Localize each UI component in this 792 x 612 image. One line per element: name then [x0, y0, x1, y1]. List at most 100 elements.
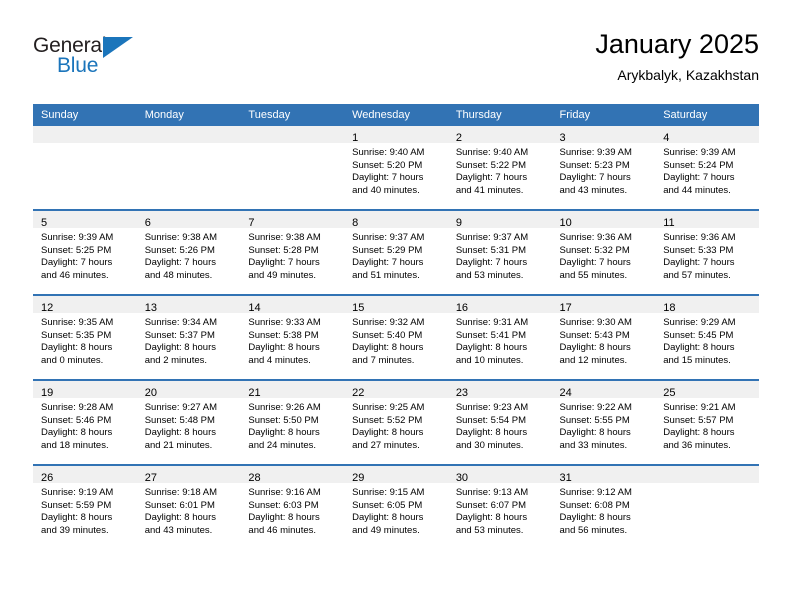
calendar-day-cell[interactable]: 10 Sunrise: 9:36 AM Sunset: 5:32 PM Dayligh…	[551, 209, 656, 295]
day-number-band: 9	[447, 211, 552, 229]
calendar-day-cell[interactable]: 26 Sunrise: 9:19 AM Sunset: 5:59 PM Dayligh…	[33, 464, 137, 549]
calendar-day-cell[interactable]: 16 Sunrise: 9:31 AM Sunset: 5:41 PM Dayligh…	[447, 294, 552, 380]
calendar-day-cell[interactable]: 25 Sunrise: 9:21 AM Sunset: 5:57 PM Dayligh…	[655, 379, 759, 465]
day-number: 8	[352, 217, 359, 229]
calendar-day-cell[interactable]: 2 Sunrise: 9:40 AM Sunset: 5:22 PM Daylight…	[447, 126, 552, 210]
day-details: Sunrise: 9:38 AM Sunset: 5:28 PM Daylight:…	[240, 228, 344, 282]
calendar-day-cell[interactable]: 21 Sunrise: 9:26 AM Sunset: 5:50 PM Dayligh…	[240, 379, 345, 465]
daylight-text-line1: Daylight: 7 hours	[559, 257, 631, 269]
daylight-text-line2: and 46 minutes.	[248, 524, 317, 536]
day-number: 1	[352, 132, 359, 144]
day-number: 2	[455, 132, 462, 144]
calendar-day-cell[interactable]: 22 Sunrise: 9:25 AM Sunset: 5:52 PM Dayligh…	[344, 379, 448, 465]
calendar-day-cell[interactable]: 14 Sunrise: 9:33 AM Sunset: 5:38 PM Dayligh…	[240, 294, 345, 380]
weekday-header-friday: Friday	[551, 104, 656, 126]
sunrise-text: Sunrise: 9:18 AM	[144, 487, 218, 498]
sunrise-text: Sunrise: 9:36 AM	[663, 232, 736, 243]
daylight-text-line2: and 43 minutes.	[559, 184, 628, 196]
logo-text-blue: Blue	[57, 54, 99, 77]
calendar-day-cell[interactable]: 6 Sunrise: 9:38 AM Sunset: 5:26 PM Daylight…	[136, 209, 241, 295]
calendar-day-cell[interactable]: 5 Sunrise: 9:39 AM Sunset: 5:25 PM Daylight…	[33, 209, 137, 295]
calendar-day-cell[interactable]: 30 Sunrise: 9:13 AM Sunset: 6:07 PM Dayligh…	[447, 464, 552, 549]
day-number: 10	[559, 217, 572, 229]
sunset-text: Sunset: 5:55 PM	[559, 414, 630, 426]
calendar-day-cell[interactable]: 8 Sunrise: 9:37 AM Sunset: 5:29 PM Daylight…	[344, 209, 448, 295]
daylight-text-line1: Daylight: 7 hours	[559, 172, 631, 184]
calendar-week-row: 1 Sunrise: 9:40 AM Sunset: 5:20 PM Daylight…	[33, 126, 759, 210]
day-number-band: 1	[344, 126, 448, 144]
day-number-band	[655, 466, 759, 483]
daylight-text-line1: Daylight: 7 hours	[41, 257, 113, 269]
sunset-text: Sunset: 5:26 PM	[144, 244, 215, 256]
day-details: Sunrise: 9:12 AM Sunset: 6:08 PM Daylight:…	[552, 483, 656, 537]
calendar-day-cell[interactable]: 31 Sunrise: 9:12 AM Sunset: 6:08 PM Dayligh…	[551, 464, 656, 549]
calendar-day-cell[interactable]: 13 Sunrise: 9:34 AM Sunset: 5:37 PM Dayligh…	[136, 294, 241, 380]
daylight-text-line1: Daylight: 8 hours	[248, 512, 320, 524]
calendar-day-cell[interactable]: 19 Sunrise: 9:28 AM Sunset: 5:46 PM Dayligh…	[33, 379, 137, 465]
day-details: Sunrise: 9:40 AM Sunset: 5:20 PM Daylight:…	[344, 143, 448, 197]
daylight-text-line2: and 18 minutes.	[41, 439, 109, 451]
calendar-day-cell[interactable]: 15 Sunrise: 9:32 AM Sunset: 5:40 PM Dayligh…	[344, 294, 448, 380]
day-details: Sunrise: 9:40 AM Sunset: 5:22 PM Daylight:…	[448, 143, 552, 197]
sunrise-text: Sunrise: 9:16 AM	[248, 487, 321, 498]
day-number-band: 3	[551, 126, 656, 144]
calendar-day-cell[interactable]: 12 Sunrise: 9:35 AM Sunset: 5:35 PM Dayligh…	[33, 294, 137, 380]
calendar-day-cell[interactable]: 20 Sunrise: 9:27 AM Sunset: 5:48 PM Dayligh…	[136, 379, 241, 465]
sunrise-text: Sunrise: 9:36 AM	[559, 232, 632, 243]
daylight-text-line2: and 49 minutes.	[248, 269, 317, 281]
sunset-text: Sunset: 5:37 PM	[144, 329, 215, 341]
sunset-text: Sunset: 5:40 PM	[352, 329, 423, 341]
daylight-text-line2: and 48 minutes.	[144, 269, 213, 281]
sunrise-text: Sunrise: 9:39 AM	[41, 232, 114, 243]
calendar-day-cell[interactable]: 17 Sunrise: 9:30 AM Sunset: 5:43 PM Dayligh…	[551, 294, 656, 380]
weekday-header-row: Sunday Monday Tuesday Wednesday Thursday…	[33, 104, 759, 126]
day-number-band: 31	[551, 466, 656, 484]
sunset-text: Sunset: 5:25 PM	[41, 244, 112, 256]
sunset-text: Sunset: 5:38 PM	[248, 329, 319, 341]
day-number-band: 8	[344, 211, 448, 229]
calendar-day-cell[interactable]: 3 Sunrise: 9:39 AM Sunset: 5:23 PM Daylight…	[551, 126, 656, 210]
calendar-day-cell[interactable]: 9 Sunrise: 9:37 AM Sunset: 5:31 PM Daylight…	[447, 209, 552, 295]
calendar-week-row: 5 Sunrise: 9:39 AM Sunset: 5:25 PM Daylight…	[33, 209, 759, 295]
calendar-day-cell[interactable]: 23 Sunrise: 9:23 AM Sunset: 5:54 PM Dayligh…	[447, 379, 552, 465]
day-number: 24	[559, 387, 572, 399]
daylight-text-line2: and 51 minutes.	[352, 269, 420, 281]
calendar-day-cell[interactable]: 24 Sunrise: 9:22 AM Sunset: 5:55 PM Dayligh…	[551, 379, 656, 465]
daylight-text-line1: Daylight: 7 hours	[352, 257, 424, 269]
daylight-text-line1: Daylight: 8 hours	[559, 342, 631, 354]
sunrise-text: Sunrise: 9:22 AM	[559, 402, 632, 413]
day-number-band: 5	[33, 211, 137, 229]
day-details: Sunrise: 9:21 AM Sunset: 5:57 PM Daylight:…	[655, 398, 759, 452]
day-details: Sunrise: 9:39 AM Sunset: 5:25 PM Daylight:…	[33, 228, 137, 282]
calendar-day-cell-empty	[655, 464, 759, 549]
sunrise-text: Sunrise: 9:37 AM	[455, 232, 529, 243]
daylight-text-line2: and 49 minutes.	[352, 524, 420, 536]
calendar-day-cell[interactable]: 28 Sunrise: 9:16 AM Sunset: 6:03 PM Dayligh…	[240, 464, 345, 549]
day-number-band: 25	[655, 381, 759, 399]
day-details: Sunrise: 9:30 AM Sunset: 5:43 PM Daylight:…	[552, 313, 656, 367]
calendar-day-cell-empty	[240, 126, 345, 210]
daylight-text-line1: Daylight: 7 hours	[144, 257, 216, 269]
sunrise-text: Sunrise: 9:40 AM	[352, 147, 425, 158]
day-number: 30	[455, 472, 469, 484]
calendar-day-cell[interactable]: 18 Sunrise: 9:29 AM Sunset: 5:45 PM Dayligh…	[655, 294, 759, 380]
calendar-day-cell[interactable]: 27 Sunrise: 9:18 AM Sunset: 6:01 PM Dayligh…	[136, 464, 241, 549]
day-number: 28	[248, 472, 261, 484]
weekday-header-monday: Monday	[136, 104, 241, 126]
calendar-day-cell[interactable]: 7 Sunrise: 9:38 AM Sunset: 5:28 PM Daylight…	[240, 209, 345, 295]
day-number-band: 26	[33, 466, 137, 484]
calendar-day-cell[interactable]: 1 Sunrise: 9:40 AM Sunset: 5:20 PM Daylight…	[344, 126, 448, 210]
daylight-text-line1: Daylight: 8 hours	[663, 342, 735, 354]
calendar-day-cell[interactable]: 29 Sunrise: 9:15 AM Sunset: 6:05 PM Dayligh…	[344, 464, 448, 549]
day-details: Sunrise: 9:19 AM Sunset: 5:59 PM Daylight:…	[33, 483, 137, 537]
day-number-band: 29	[344, 466, 448, 484]
calendar-day-cell[interactable]: 4 Sunrise: 9:39 AM Sunset: 5:24 PM Daylight…	[655, 126, 759, 210]
calendar-day-cell[interactable]: 11 Sunrise: 9:36 AM Sunset: 5:33 PM Dayligh…	[655, 209, 759, 295]
general-blue-logo: General Blue	[33, 34, 153, 84]
day-number-band: 27	[136, 466, 241, 484]
daylight-text-line1: Daylight: 7 hours	[455, 257, 528, 269]
daylight-text-line2: and 33 minutes.	[559, 439, 628, 451]
day-details: Sunrise: 9:36 AM Sunset: 5:33 PM Daylight:…	[655, 228, 759, 282]
sunset-text: Sunset: 5:28 PM	[248, 244, 319, 256]
sunset-text: Sunset: 5:41 PM	[455, 329, 527, 341]
